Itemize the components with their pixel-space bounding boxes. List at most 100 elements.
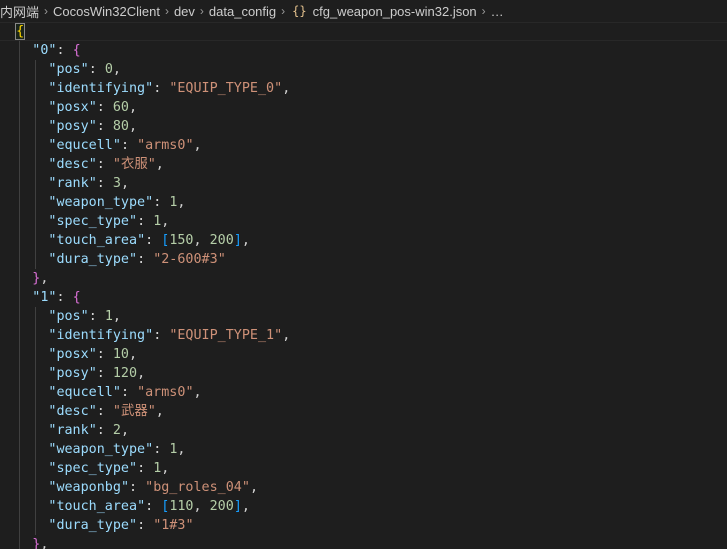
breadcrumb-item[interactable]: data_config xyxy=(209,4,276,19)
indent-guide xyxy=(19,421,20,440)
indent-guide xyxy=(35,478,37,497)
code-line: "touch_area": [150, 200], xyxy=(0,231,727,250)
json-string-value: 衣服 xyxy=(120,157,148,172)
colon: : xyxy=(96,119,113,134)
indent-guide xyxy=(19,212,20,231)
close-bracket: ] xyxy=(233,233,242,248)
code-line: "desc": "武器", xyxy=(0,402,727,421)
colon: : xyxy=(153,328,170,343)
string-quote: " xyxy=(147,157,156,172)
indent-guide xyxy=(19,497,20,516)
key-quote: " xyxy=(112,385,121,400)
colon: : xyxy=(120,138,138,153)
colon: : xyxy=(137,252,154,267)
code-line: "0": { xyxy=(0,41,727,60)
indent-guide xyxy=(35,60,37,79)
code-line: }, xyxy=(0,269,727,288)
string-quote: " xyxy=(112,157,121,172)
json-key: identifying xyxy=(56,328,146,343)
json-key: posx xyxy=(56,100,89,115)
string-quote: " xyxy=(274,81,283,96)
code-line: "touch_area": [110, 200], xyxy=(0,497,727,516)
comma: , xyxy=(177,195,186,210)
key-quote: " xyxy=(88,119,97,134)
breadcrumb-item[interactable]: dev xyxy=(174,4,195,19)
code-line: "dura_type": "1#3" xyxy=(0,516,727,535)
json-key: touch_area xyxy=(56,499,138,514)
string-quote: " xyxy=(145,480,154,495)
open-brace: { xyxy=(72,290,81,305)
code-editor[interactable]: { "0": { "pos": 0, "identifying": "EQUIP… xyxy=(0,22,727,549)
indent-guide xyxy=(19,231,20,250)
colon: : xyxy=(96,157,113,172)
indent-guide xyxy=(35,497,37,516)
indent-guide xyxy=(19,60,20,79)
key-quote: " xyxy=(145,195,154,210)
colon: : xyxy=(56,43,73,58)
comma: , xyxy=(112,62,121,77)
key-quote: " xyxy=(88,100,97,115)
comma: , xyxy=(137,366,146,381)
json-key: posy xyxy=(56,366,89,381)
json-number-value: 200 xyxy=(209,233,234,248)
comma: , xyxy=(40,537,49,549)
key-quote: " xyxy=(88,366,97,381)
key-quote: " xyxy=(137,233,146,248)
comma: , xyxy=(282,328,291,343)
key-quote: " xyxy=(129,518,138,533)
indent-guide xyxy=(35,345,37,364)
indent-guide xyxy=(35,136,37,155)
indent-guide xyxy=(35,174,37,193)
comma: , xyxy=(40,271,49,286)
indent-guide xyxy=(19,345,20,364)
comma: , xyxy=(129,119,138,134)
code-line: "rank": 3, xyxy=(0,174,727,193)
code-line: "posy": 120, xyxy=(0,364,727,383)
indent-guide xyxy=(35,402,37,421)
indent-guide xyxy=(19,269,20,288)
key-quote: " xyxy=(80,62,89,77)
colon: : xyxy=(145,233,162,248)
comma: , xyxy=(241,233,250,248)
key-quote: " xyxy=(88,157,97,172)
json-number-value: 110 xyxy=(169,499,194,514)
indent-guide xyxy=(35,383,37,402)
json-key: dura_type xyxy=(56,252,129,267)
code-line: "weapon_type": 1, xyxy=(0,193,727,212)
comma: , xyxy=(129,100,138,115)
json-string-value: 2-600#3 xyxy=(161,252,218,267)
json-key: touch_area xyxy=(56,233,138,248)
breadcrumb-item[interactable]: CocosWin32Client xyxy=(53,4,160,19)
json-key: posx xyxy=(56,347,89,362)
indent-guide xyxy=(19,288,20,307)
breadcrumb-file[interactable]: cfg_weapon_pos-win32.json xyxy=(313,4,477,19)
colon: : xyxy=(96,100,113,115)
code-line: "pos": 1, xyxy=(0,307,727,326)
indent-guide xyxy=(19,478,20,497)
indent-guide xyxy=(19,193,20,212)
string-quote: " xyxy=(137,138,146,153)
code-line: "spec_type": 1, xyxy=(0,212,727,231)
json-key: desc xyxy=(56,404,89,419)
key-quote: " xyxy=(145,442,154,457)
indent-guide xyxy=(35,98,37,117)
indent-guide xyxy=(19,516,20,535)
string-quote: " xyxy=(112,404,121,419)
indent-guide xyxy=(35,212,37,231)
json-string-value: 1#3 xyxy=(161,518,186,533)
breadcrumb-symbols[interactable]: … xyxy=(491,4,504,19)
key-quote: " xyxy=(80,309,89,324)
breadcrumb-item[interactable]: 内网端 xyxy=(0,2,39,21)
comma: , xyxy=(193,499,210,514)
indent-guide xyxy=(19,136,20,155)
indent-guide xyxy=(35,117,37,136)
code-line: "rank": 2, xyxy=(0,421,727,440)
colon: : xyxy=(96,347,113,362)
code-line: "dura_type": "2-600#3" xyxy=(0,250,727,269)
string-quote: " xyxy=(217,252,226,267)
indent-guide xyxy=(35,155,37,174)
indent-guide xyxy=(19,364,20,383)
code-line: "equcell": "arms0", xyxy=(0,136,727,155)
json-string-value: arms0 xyxy=(145,138,186,153)
code-line: "pos": 0, xyxy=(0,60,727,79)
